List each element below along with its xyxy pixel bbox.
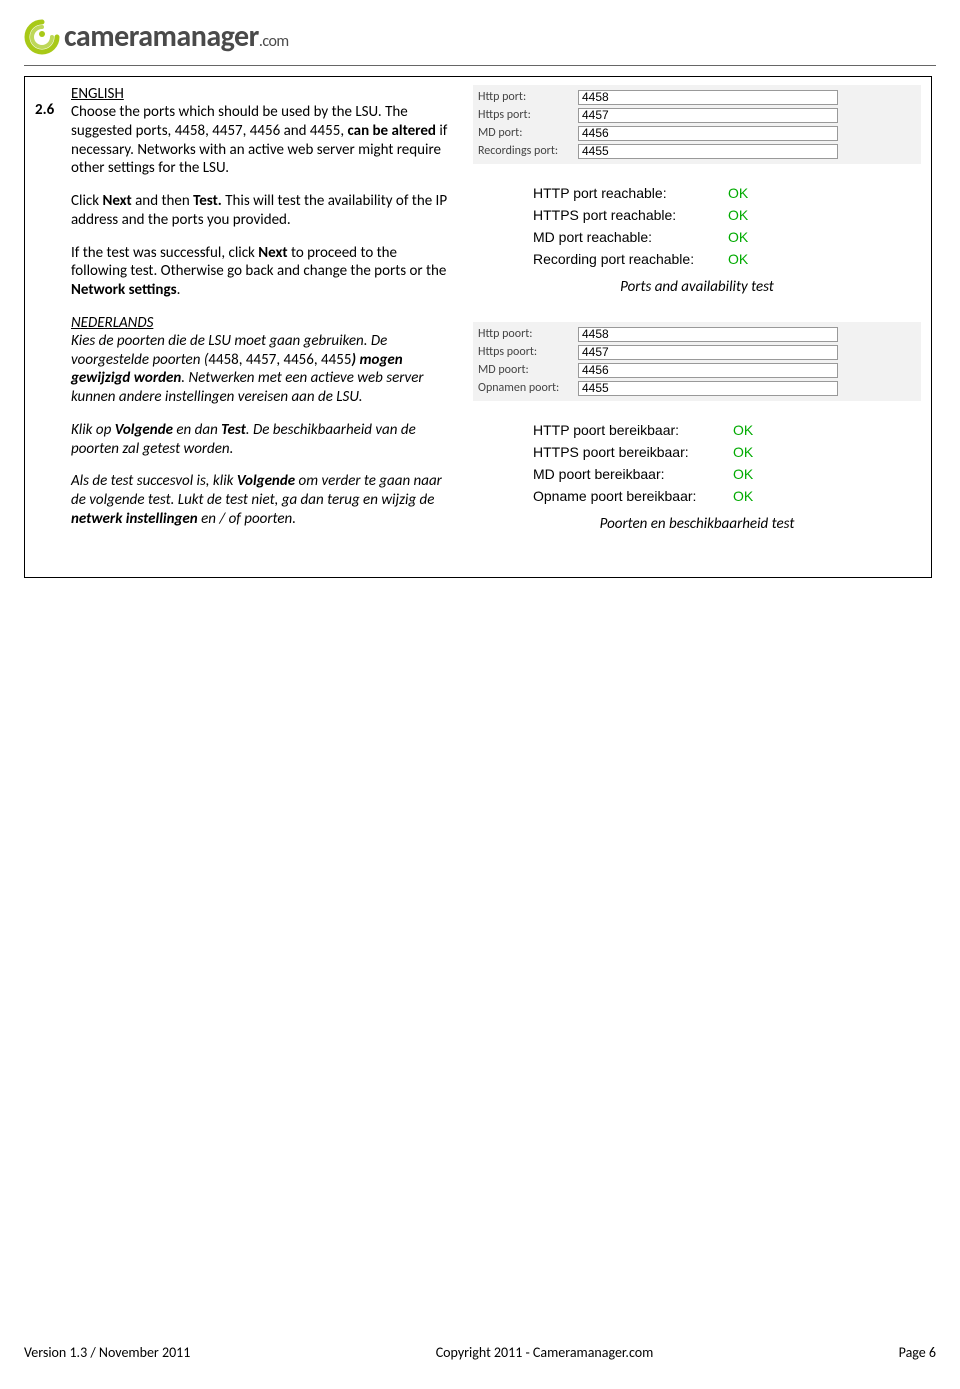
http-poort-input[interactable] <box>578 327 838 342</box>
english-heading: ENGLISH <box>71 85 453 103</box>
dutch-heading: NEDERLANDS <box>71 314 453 332</box>
screenshot-status-en: HTTP port reachable:OK HTTPS port reacha… <box>533 182 853 270</box>
footer-copyright: Copyright 2011 - Cameramanager.com <box>436 1344 654 1361</box>
english-p2: Click Next and then Test. This will test… <box>71 192 453 230</box>
dutch-p2: Klik op Volgende en dan Test. De beschik… <box>71 421 453 459</box>
logo-text: cameramanager.com <box>64 18 289 55</box>
footer-version: Version 1.3 / November 2011 <box>24 1344 190 1361</box>
instructions-column: 2.6 ENGLISH Choose the ports which shoul… <box>25 77 463 577</box>
dutch-p3: Als de test succesvol is, klik Volgende … <box>71 472 453 528</box>
screenshot-status-nl: HTTP poort bereikbaar:OK HTTPS poort ber… <box>533 419 853 507</box>
recordings-port-input[interactable] <box>578 144 838 159</box>
caption-nl: Poorten en beschikbaarheid test <box>473 515 921 533</box>
brand-logo: cameramanager.com <box>24 18 936 55</box>
content-box: 2.6 ENGLISH Choose the ports which shoul… <box>24 76 932 578</box>
english-p3: If the test was successful, click Next t… <box>71 244 453 300</box>
opnamen-poort-input[interactable] <box>578 381 838 396</box>
dutch-p1: Kies de poorten die de LSU moet gaan geb… <box>71 332 453 407</box>
screenshots-column: Http port: Https port: MD port: Recordin… <box>463 77 931 577</box>
footer-page: Page 6 <box>899 1344 936 1361</box>
page-footer: Version 1.3 / November 2011 Copyright 20… <box>24 1344 936 1361</box>
https-poort-input[interactable] <box>578 345 838 360</box>
md-poort-input[interactable] <box>578 363 838 378</box>
screenshot-ports-en: Http port: Https port: MD port: Recordin… <box>473 85 921 164</box>
https-port-input[interactable] <box>578 108 838 123</box>
english-p1: Choose the ports which should be used by… <box>71 103 453 178</box>
caption-en: Ports and availability test <box>473 278 921 296</box>
header-divider <box>24 65 936 66</box>
http-port-input[interactable] <box>578 90 838 105</box>
md-port-input[interactable] <box>578 126 838 141</box>
logo-swirl-icon <box>24 19 60 55</box>
screenshot-ports-nl: Http poort: Https poort: MD poort: Opnam… <box>473 322 921 401</box>
step-number: 2.6 <box>35 85 71 559</box>
